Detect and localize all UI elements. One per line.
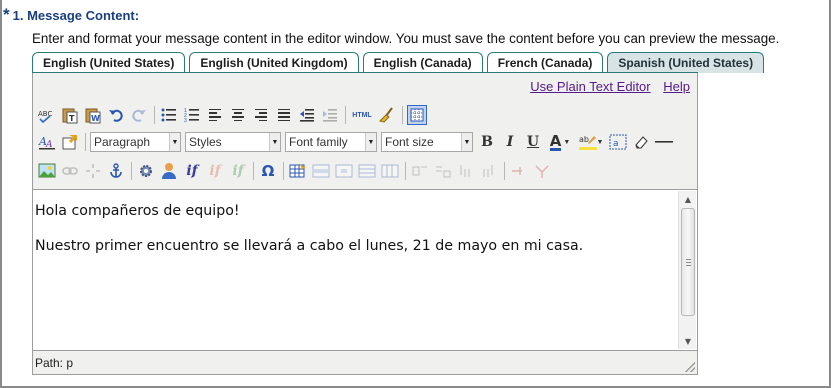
- scroll-down-icon[interactable]: ▼: [679, 333, 697, 349]
- tab-english-canada[interactable]: English (Canada): [362, 52, 483, 73]
- bullet-list-icon[interactable]: [159, 105, 179, 125]
- gear-icon[interactable]: [136, 161, 156, 181]
- select-all-icon[interactable]: a: [608, 132, 628, 152]
- chevron-down-icon: ▼: [269, 133, 280, 151]
- toolbar-row-2: AA Paragraph ▼ Styles ▼ Font family ▼ Font …: [37, 130, 677, 154]
- link-icon[interactable]: [60, 161, 80, 181]
- table-insert-row-icon[interactable]: [357, 161, 377, 181]
- redo-icon[interactable]: [129, 105, 149, 125]
- tab-english-uk[interactable]: English (United Kingdom): [189, 52, 359, 73]
- paste-word-icon[interactable]: W: [83, 105, 103, 125]
- paste-text-icon[interactable]: T: [60, 105, 80, 125]
- row-after-icon[interactable]: [433, 161, 453, 181]
- chevron-down-icon: ▼: [563, 138, 571, 146]
- align-justify-icon[interactable]: [274, 105, 294, 125]
- eraser-icon[interactable]: [631, 132, 651, 152]
- toolbar-separator: [154, 106, 155, 124]
- help-link[interactable]: Help: [663, 79, 690, 94]
- outdent-icon[interactable]: [297, 105, 317, 125]
- svg-text:W: W: [91, 114, 100, 123]
- resize-handle-icon[interactable]: [685, 362, 695, 372]
- toolbar-separator: [405, 162, 406, 180]
- italic-button[interactable]: I: [500, 132, 520, 152]
- toolbar-separator: [85, 133, 86, 151]
- chevron-down-icon: ▼: [596, 138, 604, 146]
- spellcheck-icon[interactable]: ABC: [37, 105, 57, 125]
- visual-aid-icon[interactable]: [407, 105, 427, 125]
- styleprops-icon[interactable]: AA: [37, 132, 57, 152]
- font-family-select[interactable]: Font family ▼: [285, 132, 377, 152]
- undo-icon[interactable]: [106, 105, 126, 125]
- grip-icon: [686, 259, 691, 266]
- person-icon[interactable]: [159, 161, 179, 181]
- row-before-icon[interactable]: [410, 161, 430, 181]
- html-source-icon[interactable]: HTML: [350, 105, 374, 125]
- section-heading: * 1. Message Content:: [3, 5, 140, 24]
- format-select[interactable]: Paragraph ▼: [90, 132, 181, 152]
- cleanup-broom-icon[interactable]: [377, 105, 397, 125]
- indent-icon[interactable]: [320, 105, 340, 125]
- special-character-button[interactable]: Ω: [258, 161, 278, 181]
- tab-spanish-us[interactable]: Spanish (United States): [607, 52, 765, 73]
- bold-button[interactable]: B: [477, 132, 497, 152]
- toolbar-separator: [402, 106, 403, 124]
- chevron-down-icon: ▼: [169, 133, 180, 151]
- align-right-icon[interactable]: [251, 105, 271, 125]
- table-row-props-icon[interactable]: [311, 161, 331, 181]
- language-tabs: English (United States) English (United …: [32, 52, 768, 73]
- editor-links: Use Plain Text Editor Help: [521, 79, 690, 94]
- col-before-icon[interactable]: [456, 161, 476, 181]
- if-condition-icon[interactable]: if: [182, 161, 202, 181]
- instructions-text: Enter and format your message content in…: [32, 31, 780, 46]
- highlight-color-button[interactable]: ab ▼: [577, 132, 605, 152]
- if-else-icon[interactable]: if: [205, 161, 225, 181]
- svg-text:a: a: [613, 139, 619, 149]
- insert-table-icon[interactable]: [288, 161, 308, 181]
- insert-template-icon[interactable]: [60, 132, 80, 152]
- font-color-button[interactable]: A ▼: [546, 132, 574, 152]
- table-delete-row-icon[interactable]: [380, 161, 400, 181]
- horizontal-rule-icon[interactable]: [654, 132, 674, 152]
- scroll-up-icon[interactable]: ▲: [679, 191, 697, 207]
- numbered-list-icon[interactable]: 123: [182, 105, 202, 125]
- toolbar-separator: [345, 106, 346, 124]
- toolbar-separator: [504, 162, 505, 180]
- styles-select[interactable]: Styles ▼: [185, 132, 281, 152]
- content-line-2: Nuestro primer encuentro se llevará a ca…: [35, 238, 584, 254]
- align-left-icon[interactable]: [205, 105, 225, 125]
- split-cells-icon[interactable]: [509, 161, 529, 181]
- col-after-icon[interactable]: [479, 161, 499, 181]
- tab-french-canada[interactable]: French (Canada): [486, 52, 604, 73]
- table-cell-props-icon[interactable]: [334, 161, 354, 181]
- insert-image-icon[interactable]: [37, 161, 57, 181]
- anchor-icon[interactable]: [106, 161, 126, 181]
- unlink-icon[interactable]: [83, 161, 103, 181]
- svg-text:ab: ab: [579, 135, 589, 144]
- svg-text:T: T: [69, 114, 75, 123]
- vertical-scrollbar[interactable]: ▲ ▼: [678, 191, 696, 349]
- status-path: Path: p: [35, 356, 74, 370]
- toolbar-separator: [283, 162, 284, 180]
- required-marker: *: [3, 5, 10, 24]
- svg-text:3: 3: [184, 118, 187, 122]
- toolbar-separator: [253, 162, 254, 180]
- toolbar-separator: [131, 162, 132, 180]
- scrollbar-thumb[interactable]: [681, 208, 695, 316]
- content-line-1: Hola compañeros de equipo!: [35, 203, 240, 219]
- align-center-icon[interactable]: [228, 105, 248, 125]
- chevron-down-icon: ▼: [365, 133, 376, 151]
- use-plain-text-editor-link[interactable]: Use Plain Text Editor: [530, 79, 650, 94]
- svg-text:ABC: ABC: [38, 110, 52, 118]
- if-end-icon[interactable]: if: [228, 161, 248, 181]
- toolbar-row-3: if if if Ω: [37, 159, 555, 183]
- section-title: 1. Message Content:: [12, 8, 140, 23]
- font-size-select[interactable]: Font size ▼: [381, 132, 473, 152]
- toolbar-row-1: ABC T W 123 HTML: [37, 103, 430, 127]
- merge-cells-icon[interactable]: [532, 161, 552, 181]
- editor-content-area[interactable]: Hola compañeros de equipo! Nuestro prime…: [33, 189, 697, 351]
- underline-button[interactable]: U: [523, 132, 543, 152]
- chevron-down-icon: ▼: [461, 133, 472, 151]
- rich-text-editor: Use Plain Text Editor Help ABC T W 123 H…: [32, 73, 698, 375]
- tab-english-us[interactable]: English (United States): [32, 52, 186, 73]
